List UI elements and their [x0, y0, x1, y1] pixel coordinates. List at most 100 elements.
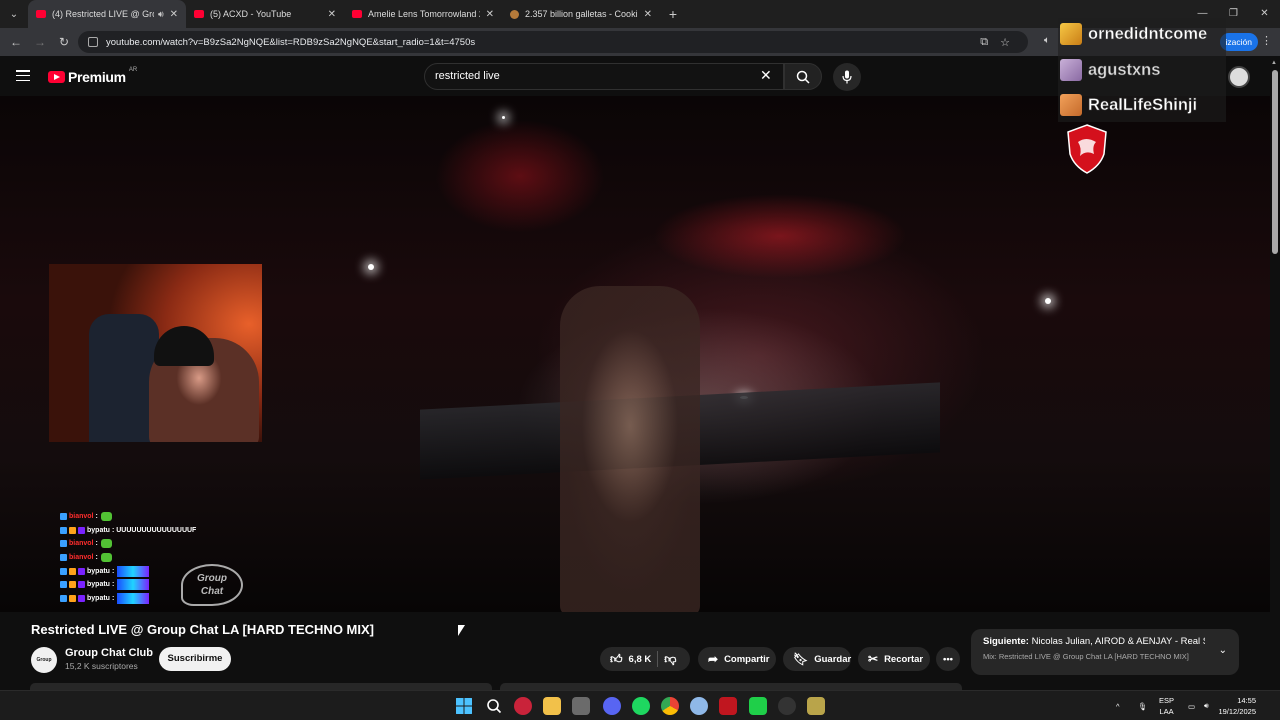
- chat-badge-icon: [60, 581, 67, 589]
- site-info-icon[interactable]: [88, 37, 98, 47]
- like-dislike-group: 👍︎ 6,8 K 👎︎: [600, 647, 690, 671]
- clip-label: Recortar: [884, 653, 924, 665]
- close-tab-icon[interactable]: ✕: [486, 9, 494, 20]
- logo-line-2: Chat: [200, 586, 224, 597]
- chat-text: :: [111, 581, 115, 589]
- url-text: youtube.com/watch?v=B9zSa2NgNQE&list=RDB…: [106, 36, 476, 48]
- chevron-down-icon[interactable]: ⌄: [1219, 645, 1227, 656]
- up-next-video: Nicolas Julian, AIROD & AENJAY - Real S.…: [1031, 636, 1205, 647]
- file-explorer-icon[interactable]: [543, 697, 561, 715]
- tab-label: Amelie Lens Tomorrowland 202: [368, 9, 480, 19]
- speaker-icon[interactable]: 🔊︎: [158, 9, 164, 20]
- subscriber-count: 15,2 K suscriptores: [65, 661, 138, 671]
- media-control-icon[interactable]: 🔈︎: [1044, 35, 1050, 46]
- tray-overflow-icon[interactable]: ^: [1116, 691, 1120, 720]
- streamer-hair: [154, 326, 214, 366]
- input-language[interactable]: ESP LAA: [1159, 695, 1174, 717]
- more-actions-button[interactable]: •••: [936, 647, 960, 671]
- streaming-app-icon[interactable]: [719, 697, 737, 715]
- close-tab-icon[interactable]: ✕: [170, 9, 178, 20]
- chat-badge-icon: [60, 567, 67, 575]
- bookmark-star-icon[interactable]: ☆: [1000, 36, 1010, 49]
- tab-label: 2.357 billion galletas - Cookie C: [525, 9, 638, 19]
- tab-restricted-live[interactable]: (4) Restricted LIVE @ Group 🔊︎ ✕: [28, 0, 186, 28]
- clock-date: 19/12/2025: [1218, 707, 1256, 716]
- chat-username: bianvol: [69, 513, 94, 521]
- search-button[interactable]: [784, 63, 822, 90]
- scroll-up-arrow-icon[interactable]: ▲: [1271, 60, 1277, 66]
- tab-acxd[interactable]: (5) ACXD - YouTube ✕: [186, 0, 344, 28]
- menu-icon[interactable]: [16, 70, 30, 82]
- search-icon[interactable]: [485, 697, 503, 715]
- chat-text: :: [95, 513, 98, 521]
- scissors-icon: ✂: [868, 652, 879, 666]
- dislike-icon[interactable]: 👎︎: [664, 652, 676, 667]
- video-title: Restricted LIVE @ Group Chat LA [HARD TE…: [31, 622, 374, 637]
- chat-badge-icon: [78, 567, 85, 575]
- new-tab-button[interactable]: +: [660, 6, 686, 22]
- back-arrow-icon[interactable]: ←: [4, 35, 28, 49]
- scrollbar-thumb[interactable]: [1272, 70, 1278, 254]
- up-next-title: Siguiente: Nicolas Julian, AIROD & AENJA…: [983, 636, 1205, 647]
- subscribe-button[interactable]: Suscribirme: [159, 647, 231, 671]
- chat-message: bypatu: UUUUUUUUUUUUUUUF: [60, 524, 260, 538]
- close-tab-icon[interactable]: ✕: [328, 9, 336, 20]
- install-app-icon[interactable]: ⧉: [980, 36, 988, 49]
- share-button[interactable]: ➦ Compartir: [698, 647, 776, 671]
- like-count[interactable]: 6,8 K: [629, 654, 652, 665]
- address-bar[interactable]: youtube.com/watch?v=B9zSa2NgNQE&list=RDB…: [78, 31, 1028, 53]
- kick-icon[interactable]: [749, 697, 767, 715]
- divider: [657, 651, 659, 667]
- app-blue-icon[interactable]: [690, 697, 708, 715]
- reload-icon[interactable]: ↻: [52, 35, 76, 49]
- app-dark-icon[interactable]: [778, 697, 796, 715]
- app-gray-icon[interactable]: [572, 697, 590, 715]
- chat-text: :: [111, 594, 115, 602]
- chat-text: : UUUUUUUUUUUUUUUF: [111, 526, 197, 534]
- channel-name[interactable]: Group Chat Club: [65, 647, 153, 659]
- dj-performer: [560, 286, 700, 612]
- streamer-webcam: [49, 264, 262, 442]
- tab-cookie-clicker[interactable]: 2.357 billion galletas - Cookie C ✕: [502, 0, 660, 28]
- save-button[interactable]: 🔖︎ Guardar: [783, 647, 851, 671]
- spotify-icon[interactable]: [632, 697, 650, 715]
- system-clock[interactable]: 14:55 19/12/2025: [1218, 695, 1256, 717]
- chat-username: bypatu: [87, 594, 110, 602]
- app-yellow-icon[interactable]: [807, 697, 825, 715]
- voice-search-button[interactable]: [833, 63, 861, 91]
- clear-search-icon[interactable]: ✕: [760, 67, 772, 84]
- chat-badge-icon: [69, 581, 76, 589]
- close-tab-icon[interactable]: ✕: [644, 9, 652, 20]
- chat-message: bianvol:: [60, 537, 260, 551]
- windows-start-icon[interactable]: [455, 697, 473, 715]
- viewer-name: RealLifeShinji: [1060, 90, 1197, 120]
- forward-arrow-icon[interactable]: →: [28, 35, 52, 49]
- chat-badge-icon: [60, 513, 67, 521]
- logo-text: Premium: [68, 69, 126, 85]
- logo-line-1: Group: [197, 573, 227, 584]
- microphone-icon: [842, 70, 852, 84]
- volume-icon[interactable]: 🔊︎: [1204, 691, 1209, 720]
- chat-message: bianvol:: [60, 551, 260, 565]
- chat-username: bianvol: [69, 554, 94, 562]
- browser-menu-icon[interactable]: ⋮: [1261, 34, 1272, 47]
- channel-avatar[interactable]: Group Chat: [31, 647, 57, 689]
- close-window-icon[interactable]: ✕: [1249, 0, 1280, 28]
- viewer-name-text: RealLifeShinji: [1088, 95, 1198, 114]
- chrome-icon[interactable]: [661, 697, 679, 715]
- search-input[interactable]: restricted live: [424, 63, 784, 90]
- up-next-card[interactable]: Siguiente: Nicolas Julian, AIROD & AENJA…: [971, 629, 1239, 675]
- tab-search-dropdown[interactable]: ⌄: [0, 0, 28, 28]
- microphone-tray-icon[interactable]: 🎙︎: [1138, 691, 1148, 720]
- app-red-icon[interactable]: [514, 697, 532, 715]
- network-icon[interactable]: ▭: [1188, 691, 1195, 720]
- chat-emote-icon: [100, 512, 112, 522]
- clip-button[interactable]: ✂ Recortar: [858, 647, 930, 671]
- discord-icon[interactable]: [603, 697, 621, 715]
- account-avatar[interactable]: [1228, 66, 1250, 88]
- chat-badge-icon: [60, 540, 67, 548]
- youtube-premium-logo[interactable]: Premium AR: [48, 67, 137, 85]
- like-icon[interactable]: 👍︎: [610, 652, 623, 667]
- chat-text: :: [111, 567, 115, 575]
- tab-amelie-lens[interactable]: Amelie Lens Tomorrowland 202 ✕: [344, 0, 502, 28]
